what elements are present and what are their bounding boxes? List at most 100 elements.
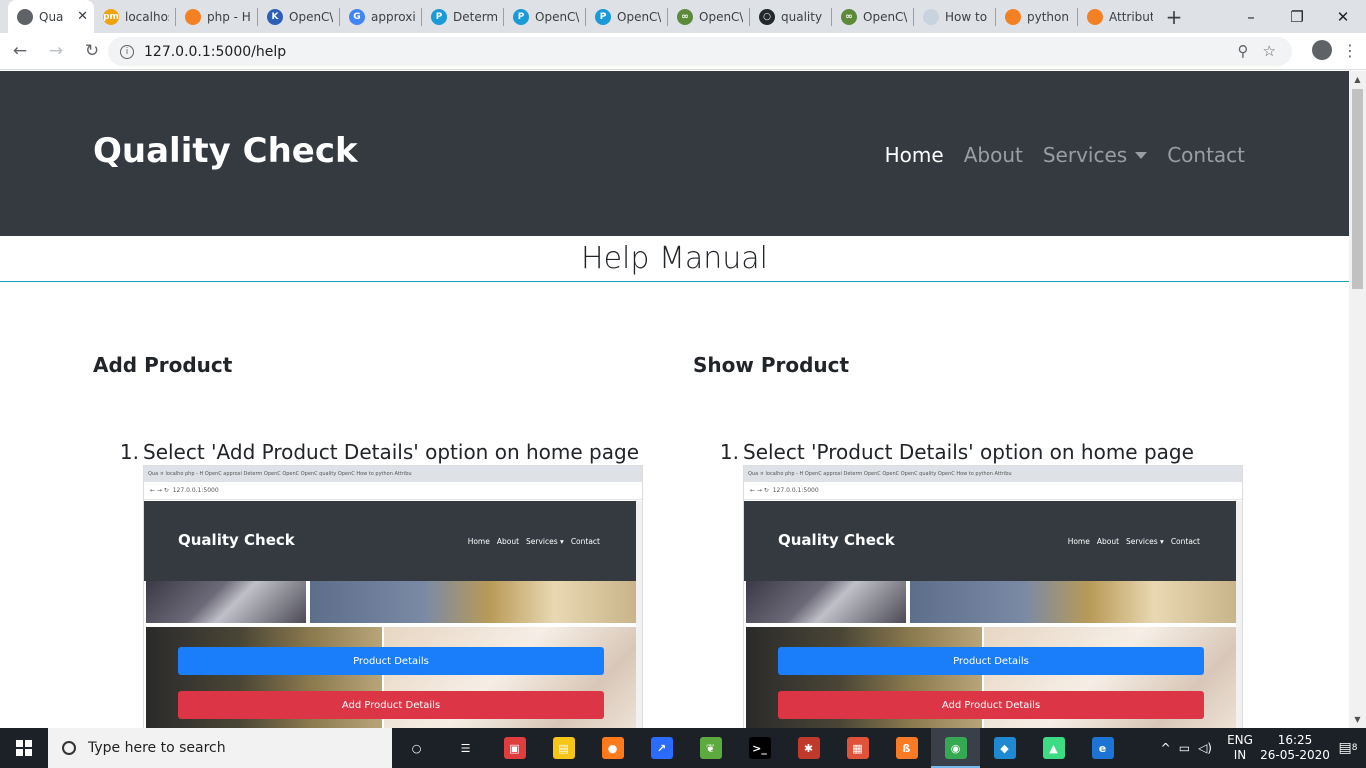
browser-tab[interactable]: Gapproxi — [340, 0, 421, 33]
taskbar-app-app-tools[interactable]: ▦ — [833, 728, 882, 768]
mini-brand: Quality Check — [178, 531, 295, 549]
browser-tab-active[interactable]: Qua ✕ — [8, 0, 94, 33]
close-tab-icon[interactable]: ✕ — [77, 9, 88, 24]
mini-add-product-details-button: Add Product Details — [178, 691, 604, 719]
close-window-button[interactable]: ✕ — [1320, 0, 1366, 33]
site-navbar: Quality Check Home About Services Contac… — [0, 71, 1349, 236]
page-scrollbar[interactable]: ▲ ▼ — [1349, 71, 1366, 728]
start-button[interactable] — [0, 728, 48, 768]
taskbar-app-app-red[interactable]: ▣ — [490, 728, 539, 768]
volume-icon[interactable]: ◁) — [1198, 741, 1212, 755]
vscode-icon: ◆ — [993, 737, 1016, 759]
mini-url: 127.0.0.1:5000 — [172, 487, 219, 494]
taskbar-app-xampp[interactable]: ß — [882, 728, 931, 768]
profile-avatar-icon[interactable] — [1312, 40, 1332, 60]
favicon-icon: ∞ — [841, 8, 857, 25]
scroll-up-arrow-icon[interactable]: ▲ — [1349, 71, 1366, 88]
battery-icon[interactable]: ▭ — [1179, 741, 1190, 755]
mini-product-details-button: Product Details — [778, 647, 1204, 675]
taskbar-search[interactable]: Type here to search — [48, 728, 392, 768]
scroll-down-arrow-icon[interactable]: ▼ — [1349, 711, 1366, 728]
zoom-icon[interactable]: ⚲ — [1238, 42, 1249, 60]
notification-center[interactable]: ▤ 8 — [1330, 740, 1366, 756]
browser-tab[interactable]: python — [996, 0, 1077, 33]
scrollbar-thumb[interactable] — [1352, 89, 1363, 289]
taskbar-app-chrome[interactable]: ◉ — [931, 728, 980, 768]
taskbar-app-cortana[interactable]: ○ — [392, 728, 441, 768]
new-tab-button[interactable]: + — [1159, 0, 1189, 33]
system-tray: ^ ▭ ◁) ENG IN 16:25 26-05-2020 ▤ 8 — [1161, 728, 1366, 768]
url-text: 127.0.0.1:5000/help — [144, 43, 287, 60]
search-icon — [62, 741, 76, 755]
chevron-up-icon[interactable]: ^ — [1161, 741, 1171, 755]
forward-button[interactable]: → — [40, 35, 72, 67]
site-brand[interactable]: Quality Check — [93, 131, 358, 171]
tab-title: OpenC\ — [289, 9, 333, 24]
browser-tab[interactable]: P Determ — [422, 0, 503, 33]
mini-nav-link: About — [1096, 537, 1120, 546]
back-button[interactable]: ← — [4, 35, 36, 67]
taskbar-app-spring[interactable]: ❦ — [686, 728, 735, 768]
browser-tab[interactable]: How to — [914, 0, 995, 33]
mini-nav-link: Services ▾ — [1126, 537, 1164, 546]
browser-tab[interactable]: Attribut — [1078, 0, 1159, 33]
nav-services[interactable]: Services — [1043, 143, 1148, 167]
mini-nav-link: Home — [467, 537, 490, 546]
task-view-icon: ☰ — [454, 737, 477, 759]
browser-tab[interactable]: P OpenC\ — [504, 0, 585, 33]
bookmark-star-icon[interactable]: ☆ — [1263, 42, 1276, 60]
favicon-icon — [1005, 8, 1021, 25]
browser-tab[interactable]: ∞ OpenC\ — [832, 0, 913, 33]
mini-navbar: Quality Check Home About Services ▾ Cont… — [744, 501, 1238, 581]
menu-kebab-icon[interactable]: ⋮ — [1342, 41, 1358, 60]
clock[interactable]: 16:25 26-05-2020 — [1260, 733, 1330, 763]
browser-toolbar: ← → ↻ i 127.0.0.1:5000/help ⚲ ☆ ⋮ — [0, 33, 1366, 70]
section-heading-show-product: Show Product — [693, 353, 850, 377]
taskbar-app-task-view[interactable]: ☰ — [441, 728, 490, 768]
reload-icon: ↻ — [84, 41, 100, 61]
windows-taskbar: Type here to search ○ ☰ ▣ ▤ ● ↗ ❦ >_ ✱ ▦ ß ◉ ◆ ▲ e ^ ▭… — [0, 728, 1366, 768]
forward-arrow-icon: → — [48, 41, 64, 61]
step-number: 1. — [119, 440, 139, 464]
browser-tab[interactable]: ∞ OpenC\ — [668, 0, 749, 33]
favicon-icon — [17, 8, 33, 25]
firefox-icon: ● — [601, 737, 624, 759]
browser-tab[interactable]: pm localhos — [94, 0, 175, 33]
maximize-button[interactable]: ❐ — [1274, 0, 1320, 33]
screenshot-image-show-product: Qua × localho php - H OpenC approxi Dete… — [743, 465, 1243, 728]
favicon-icon — [1087, 8, 1103, 25]
taskbar-app-android-studio[interactable]: ▲ — [1029, 728, 1078, 768]
taskbar-app-firefox[interactable]: ● — [588, 728, 637, 768]
taskbar-app-file-explorer[interactable]: ▤ — [539, 728, 588, 768]
address-bar[interactable]: i 127.0.0.1:5000/help — [108, 37, 1292, 66]
browser-tab[interactable]: K OpenC\ — [258, 0, 339, 33]
address-bar-actions: ⚲ ☆ — [1238, 42, 1276, 60]
mini-scrollbar — [1236, 501, 1242, 728]
mini-photo — [310, 581, 636, 623]
reload-button[interactable]: ↻ — [76, 35, 108, 67]
mini-photo — [746, 581, 906, 623]
tab-list: Qua ✕ pm localhos php - H K OpenC\ Gapproxi P Det… — [0, 0, 1159, 33]
favicon-icon: pm — [103, 8, 119, 25]
mini-url: 127.0.0.1:5000 — [772, 487, 819, 494]
taskbar-app-app-web[interactable]: ✱ — [784, 728, 833, 768]
mini-add-product-details-button: Add Product Details — [778, 691, 1204, 719]
tray-icons: ^ ▭ ◁) — [1161, 741, 1212, 755]
back-arrow-icon: ← — [12, 41, 28, 61]
browser-tab[interactable]: P OpenC\ — [586, 0, 667, 33]
taskbar-app-terminal[interactable]: >_ — [735, 728, 784, 768]
tab-title: How to — [945, 9, 988, 24]
nav-home[interactable]: Home — [885, 143, 944, 167]
language-indicator[interactable]: ENG IN — [1220, 733, 1260, 763]
nav-about[interactable]: About — [964, 143, 1023, 167]
info-icon[interactable]: i — [120, 44, 134, 59]
taskbar-app-edge[interactable]: e — [1078, 728, 1127, 768]
step-text: Select 'Product Details' option on home … — [743, 440, 1194, 464]
taskbar-app-vscode[interactable]: ◆ — [980, 728, 1029, 768]
browser-tab[interactable]: php - H — [176, 0, 257, 33]
browser-tab[interactable]: ○ quality — [750, 0, 831, 33]
notification-icon: ▤ — [1338, 740, 1352, 756]
taskbar-app-app-blue[interactable]: ↗ — [637, 728, 686, 768]
minimize-button[interactable]: – — [1228, 0, 1274, 33]
nav-contact[interactable]: Contact — [1167, 143, 1245, 167]
